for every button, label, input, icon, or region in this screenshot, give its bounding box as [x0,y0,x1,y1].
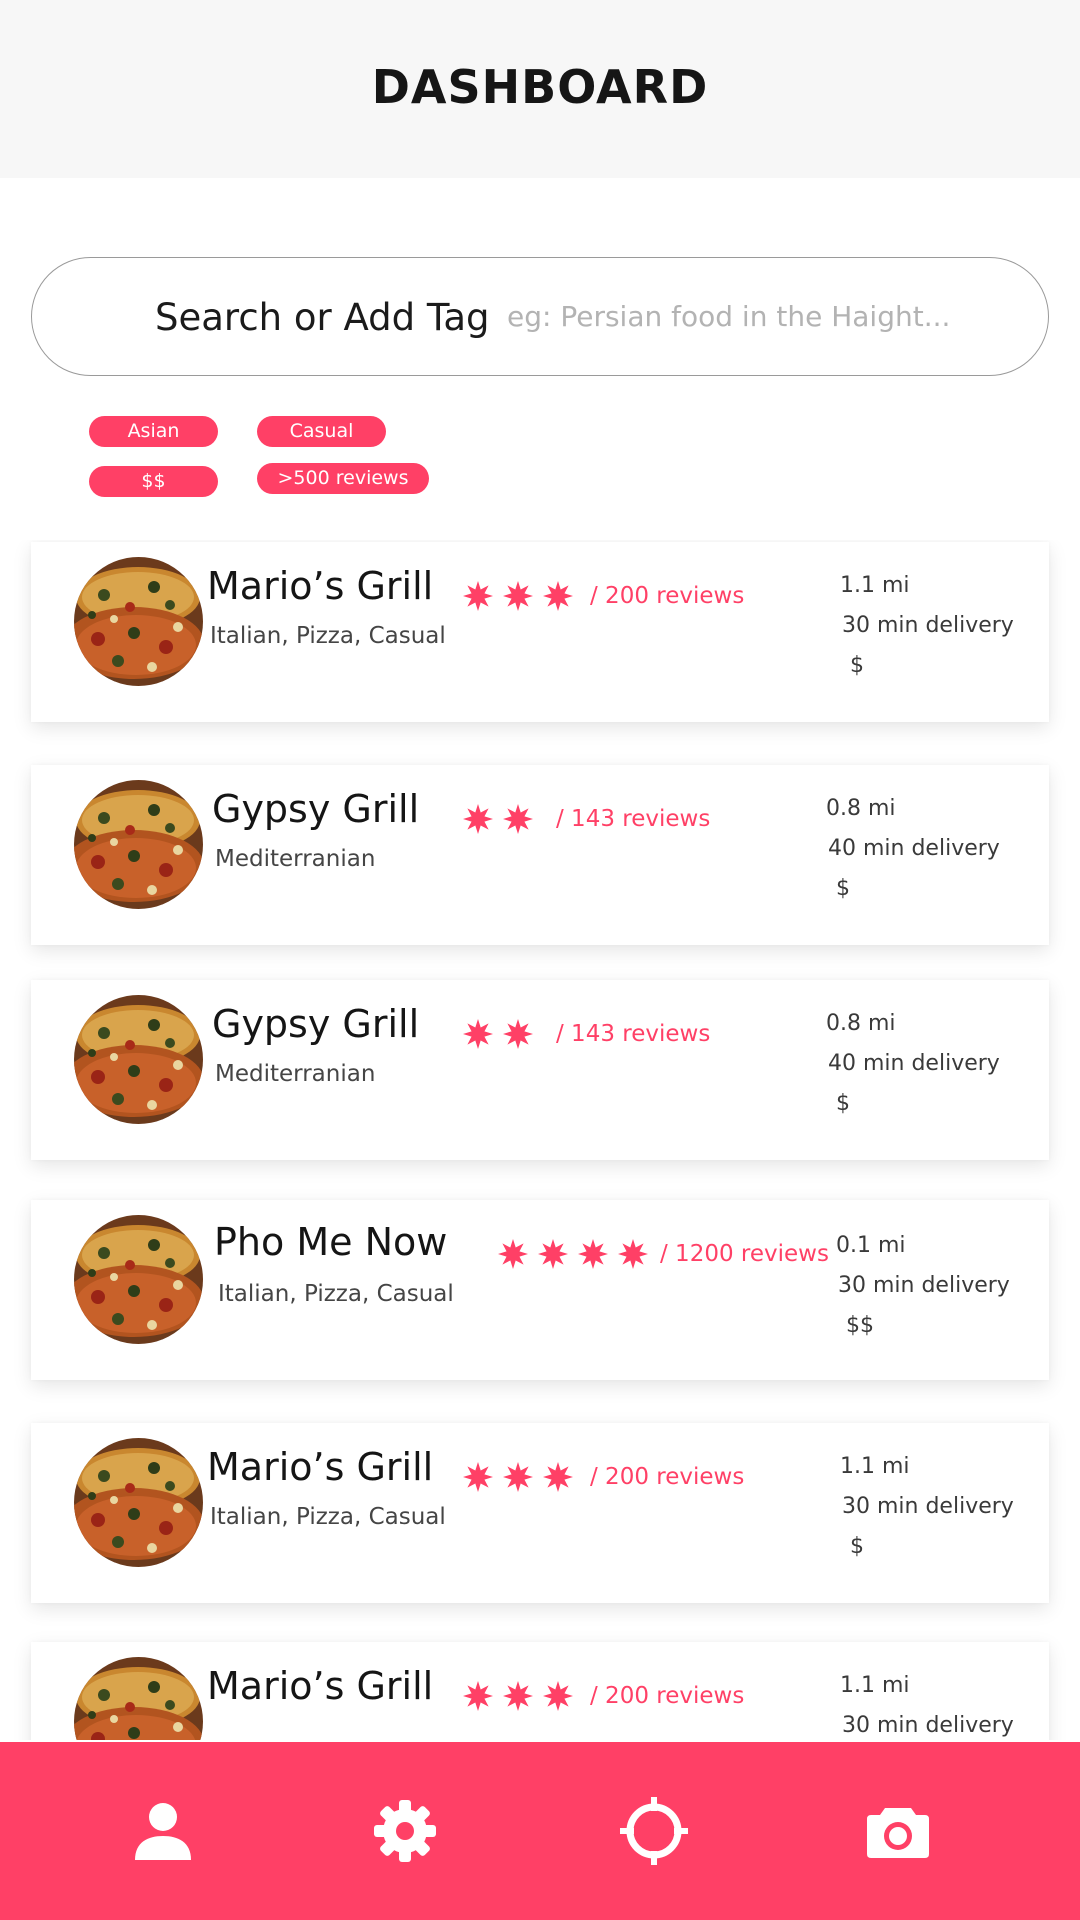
delivery-info: 0.8 mi 40 min delivery $ [826,1004,1000,1124]
header: DASHBOARD [0,0,1080,178]
tag-chip[interactable]: >500 reviews [257,463,429,494]
restaurant-photo [74,1438,203,1567]
review-count: / 143 reviews [556,806,711,832]
restaurant-photo [74,557,203,686]
restaurant-card[interactable]: Gypsy Grill / 143 reviews Mediterranian 0.8… [31,765,1049,945]
restaurant-photo [74,1657,203,1740]
distance-text: 1.1 mi [840,573,910,598]
delivery-time: 30 min delivery [842,1713,1014,1738]
tag-chip[interactable]: Casual [257,416,386,447]
price-level: $ [850,1534,864,1559]
restaurant-name: Pho Me Now [214,1220,448,1264]
distance-text: 0.8 mi [826,796,896,821]
distance-text: 0.8 mi [826,1011,896,1036]
star-icon [502,803,534,840]
review-count: / 1200 reviews [660,1241,829,1267]
star-icon [462,1680,494,1717]
delivery-time: 30 min delivery [838,1273,1010,1298]
cuisine-tags: Mediterranian [215,846,376,872]
distance-text: 0.1 mi [836,1233,906,1258]
search-label: Search or Add Tag [155,296,490,339]
tag-chip[interactable]: Asian [89,416,218,447]
star-icon [502,1680,534,1717]
star-rating [462,803,534,840]
star-icon [502,580,534,617]
restaurant-card[interactable]: Gypsy Grill / 143 reviews Mediterranian 0.8… [31,980,1049,1160]
page-title: DASHBOARD [371,60,709,114]
star-rating [497,1238,649,1275]
restaurant-photo [74,780,203,909]
star-rating [462,580,574,617]
delivery-time: 40 min delivery [828,836,1000,861]
star-icon [617,1238,649,1275]
delivery-time: 30 min delivery [842,613,1014,638]
bottom-nav [0,1742,1080,1920]
star-rating [462,1680,574,1717]
crosshair-icon[interactable] [617,1794,691,1868]
search-bar[interactable]: Search or Add Tag [31,257,1049,376]
price-level: $ [836,1091,850,1116]
star-rating [462,1461,574,1498]
gear-icon[interactable] [368,1794,442,1868]
star-icon [502,1018,534,1055]
delivery-info: 0.8 mi 40 min delivery $ [826,789,1000,909]
restaurant-name: Mario’s Grill [207,1664,434,1708]
restaurant-photo [74,1215,203,1344]
star-icon [462,803,494,840]
restaurant-card[interactable]: Mario’s Grill / 200 reviews 1.1 mi 30 min d… [31,1642,1049,1740]
restaurant-card[interactable]: Pho Me Now / 1200 reviews Italian, Pizza, … [31,1200,1049,1380]
distance-text: 1.1 mi [840,1454,910,1479]
review-count: / 200 reviews [590,1464,745,1490]
restaurant-card[interactable]: Mario’s Grill / 200 reviews Italian, Pizza… [31,1423,1049,1603]
restaurant-name: Mario’s Grill [207,564,434,608]
restaurant-list: Mario’s Grill / 200 reviews Italian, Pizza… [0,540,1080,1740]
star-rating [462,1018,534,1055]
cuisine-tags: Italian, Pizza, Casual [210,1504,446,1530]
delivery-info: 1.1 mi 30 min delivery [840,1666,1014,1740]
star-icon [537,1238,569,1275]
delivery-time: 40 min delivery [828,1051,1000,1076]
search-input[interactable] [507,288,987,344]
delivery-info: 1.1 mi 30 min delivery $ [840,1447,1014,1567]
restaurant-photo [74,995,203,1124]
restaurant-card[interactable]: Mario’s Grill / 200 reviews Italian, Pizza… [31,542,1049,722]
delivery-info: 0.1 mi 30 min delivery $$ [836,1226,1010,1346]
review-count: / 143 reviews [556,1021,711,1047]
user-icon[interactable] [126,1794,200,1868]
star-icon [542,1461,574,1498]
delivery-info: 1.1 mi 30 min delivery $ [840,566,1014,686]
star-icon [577,1238,609,1275]
cuisine-tags: Italian, Pizza, Casual [210,623,446,649]
price-level: $ [836,876,850,901]
restaurant-name: Gypsy Grill [212,787,420,831]
star-icon [502,1461,534,1498]
star-icon [462,580,494,617]
restaurant-name: Gypsy Grill [212,1002,420,1046]
review-count: / 200 reviews [590,583,745,609]
star-icon [462,1461,494,1498]
cuisine-tags: Mediterranian [215,1061,376,1087]
restaurant-name: Mario’s Grill [207,1445,434,1489]
star-icon [542,580,574,617]
star-icon [462,1018,494,1055]
review-count: / 200 reviews [590,1683,745,1709]
tag-chip[interactable]: $$ [89,466,218,497]
star-icon [542,1680,574,1717]
cuisine-tags: Italian, Pizza, Casual [218,1281,454,1307]
camera-icon[interactable] [861,1794,935,1868]
price-level: $ [850,653,864,678]
price-level: $$ [846,1313,874,1338]
delivery-time: 30 min delivery [842,1494,1014,1519]
distance-text: 1.1 mi [840,1673,910,1698]
star-icon [497,1238,529,1275]
